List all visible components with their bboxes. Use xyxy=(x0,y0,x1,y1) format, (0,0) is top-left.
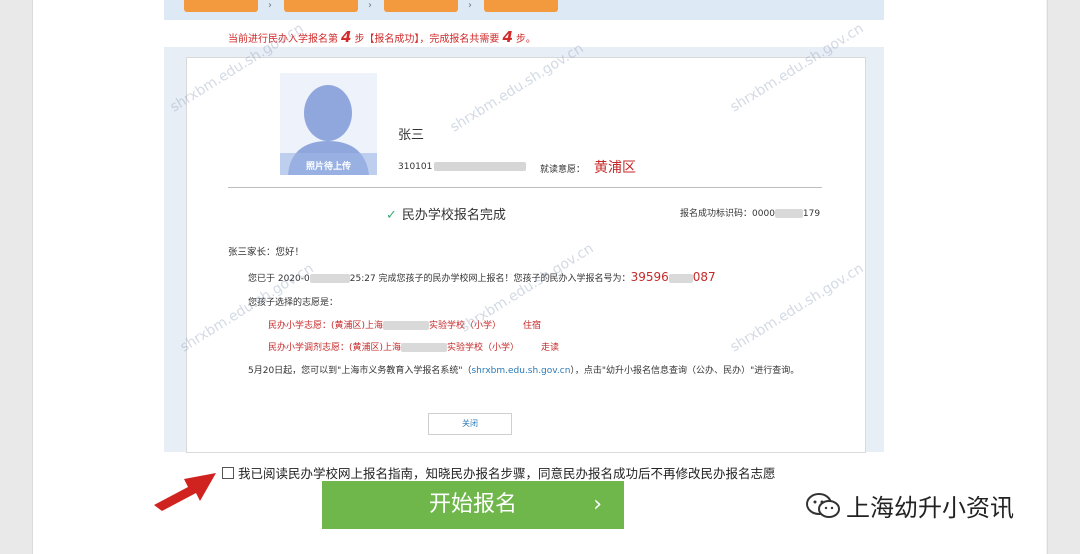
instructions-text-end: ），点击"幼升小报名信息查询（公办、民办）"进行查询。 xyxy=(570,366,800,376)
success-title: ✓ 民办学校报名完成 xyxy=(386,204,506,223)
chevron-right-icon: › xyxy=(593,492,602,517)
agreement-checkbox[interactable] xyxy=(222,467,234,479)
completion-line: 您已于 2020-0 25:27 完成您孩子的民办学校网上报名！您孩子的民办入学报… xyxy=(248,270,716,284)
redacted-code xyxy=(774,209,803,218)
step-separator-icon: › xyxy=(268,0,272,11)
success-title-text: 民办学校报名完成 xyxy=(401,208,506,223)
student-id: 310101 xyxy=(398,162,527,172)
code-label: 报名成功标识码： xyxy=(680,209,753,219)
total-steps: 4 xyxy=(502,28,513,46)
current-step: 4 xyxy=(341,28,352,46)
brand-text: 上海幼升小资讯 xyxy=(846,494,1014,522)
progress-middle: 步【报名成功】，完成报名共需要 xyxy=(354,34,500,45)
choice-adjust: 民办小学调剂志愿：(黄浦区)上海 实验学校（小学） 走读 xyxy=(268,340,559,353)
agreement-row[interactable]: 我已阅读民办学校网上报名指南，知晓民办报名步骤，同意民办报名成功后不再修改民办报… xyxy=(222,463,776,482)
district-label: 就读意愿： xyxy=(540,165,586,175)
student-name: 张三 xyxy=(398,128,425,143)
code-prefix: 0000 xyxy=(752,209,775,219)
redacted-school xyxy=(401,343,448,352)
right-gutter xyxy=(1047,0,1080,554)
progress-suffix: 步。 xyxy=(515,34,536,45)
step-chip-3 xyxy=(384,0,458,12)
agreement-text: 我已阅读民办学校网上报名指南，知晓民办报名步骤，同意民办报名成功后不再修改民办报… xyxy=(238,466,776,481)
close-button[interactable]: 关闭 xyxy=(428,413,512,435)
choice-primary: 民办小学志愿：(黄浦区)上海 实验学校（小学） 住宿 xyxy=(268,318,541,331)
divider xyxy=(228,187,822,188)
choice-adjust-district: 民办小学调剂志愿：(黄浦区)上海 xyxy=(268,343,402,353)
redacted-date xyxy=(309,274,350,283)
step-chip-1 xyxy=(184,0,258,12)
completion-text: 25:27 完成您孩子的民办学校网上报名！您孩子的民办入学报名号为： xyxy=(349,274,631,284)
choice-primary-district: 民办小学志愿：(黄浦区)上海 xyxy=(268,321,384,331)
left-gutter xyxy=(0,0,33,554)
reg-number-prefix: 39596 xyxy=(630,270,669,284)
redacted-reg xyxy=(668,274,693,283)
brand-watermark: 上海幼升小资讯 xyxy=(806,488,1014,523)
district-value: 黄浦区 xyxy=(594,160,636,176)
redacted-id xyxy=(434,162,527,171)
pointer-arrow-icon xyxy=(154,473,216,511)
success-code: 报名成功标识码：0000 179 xyxy=(680,206,820,219)
step-separator-icon: › xyxy=(368,0,372,11)
photo-caption: 照片待上传 xyxy=(305,162,351,172)
step-separator-icon: › xyxy=(468,0,472,11)
start-registration-button[interactable]: 开始报名 › xyxy=(322,481,624,529)
start-button-label: 开始报名 xyxy=(428,492,517,517)
id-prefix: 310101 xyxy=(398,162,433,172)
system-link[interactable]: shrxbm.edu.sh.gov.cn xyxy=(471,366,570,376)
check-icon: ✓ xyxy=(386,208,397,223)
code-suffix: 179 xyxy=(802,209,821,219)
choice-adjust-school: 实验学校（小学） xyxy=(447,343,520,353)
redacted-school xyxy=(383,321,430,330)
step-chip-4 xyxy=(484,0,558,12)
choice-primary-mode: 住宿 xyxy=(523,321,542,331)
instructions-text: 5月20日起，您可以到"上海市义务教育入学报名系统"（ xyxy=(248,366,472,376)
student-photo: 照片待上传 xyxy=(280,73,377,175)
reg-number-suffix: 087 xyxy=(692,270,716,284)
query-instructions: 5月20日起，您可以到"上海市义务教育入学报名系统"（shrxbm.edu.sh… xyxy=(248,362,828,380)
greeting: 张三家长：您好！ xyxy=(228,247,305,258)
choice-adjust-mode: 走读 xyxy=(541,343,560,353)
wechat-icon xyxy=(806,493,840,518)
step-chip-2 xyxy=(284,0,358,12)
steps-bar: › › › xyxy=(164,0,884,20)
